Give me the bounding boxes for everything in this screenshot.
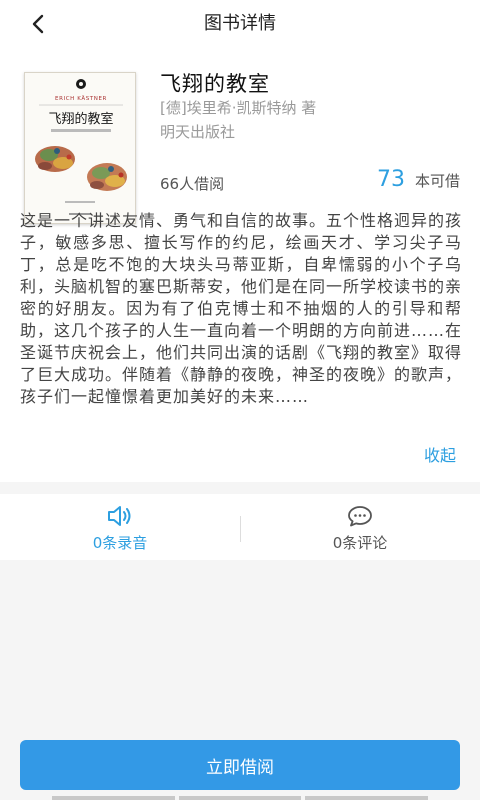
book-description: 这是一个讲述友情、勇气和自信的故事。五个性格迥异的孩子，敏感多思、擅长写作的约尼…	[20, 211, 463, 406]
book-info-card: ERICH KÄSTNER 飞翔的教室 飞翔的教室 [德]埃里希·凯斯特纳 著 …	[0, 48, 480, 482]
tab-bar: 0条录音 0条评论	[0, 494, 480, 560]
bottom-strip-segment	[178, 796, 302, 800]
nav-bar: 图书详情	[0, 0, 480, 48]
borrow-count: 66人借阅	[160, 175, 225, 193]
cover-latin-text: ERICH KÄSTNER	[55, 95, 107, 102]
tab-comments[interactable]: 0条评论	[240, 494, 480, 560]
book-author: [德]埃里希·凯斯特纳 著	[160, 99, 317, 117]
page-title: 图书详情	[204, 13, 276, 34]
speaker-icon	[108, 505, 131, 526]
bottom-strip	[0, 796, 480, 800]
available-number: 73	[376, 167, 405, 192]
book-publisher: 明天出版社	[160, 123, 236, 141]
available-unit: 本可借	[414, 172, 460, 190]
collapse-button[interactable]: 收起	[424, 442, 456, 466]
bottom-strip-segment	[52, 796, 175, 800]
book-cover[interactable]: ERICH KÄSTNER 飞翔的教室	[24, 72, 136, 224]
borrow-now-button[interactable]: 立即借阅	[20, 740, 460, 790]
book-cover-art: ERICH KÄSTNER 飞翔的教室	[25, 73, 135, 223]
bottom-strip-segment	[305, 796, 429, 800]
comment-icon	[348, 505, 372, 526]
tab-comments-label: 0条评论	[332, 533, 388, 552]
tab-recordings[interactable]: 0条录音	[0, 494, 240, 560]
book-title: 飞翔的教室	[160, 72, 270, 96]
cover-title-text: 飞翔的教室	[48, 111, 113, 127]
available-count: 73 本可借	[377, 166, 460, 194]
tab-recordings-label: 0条录音	[92, 533, 148, 552]
